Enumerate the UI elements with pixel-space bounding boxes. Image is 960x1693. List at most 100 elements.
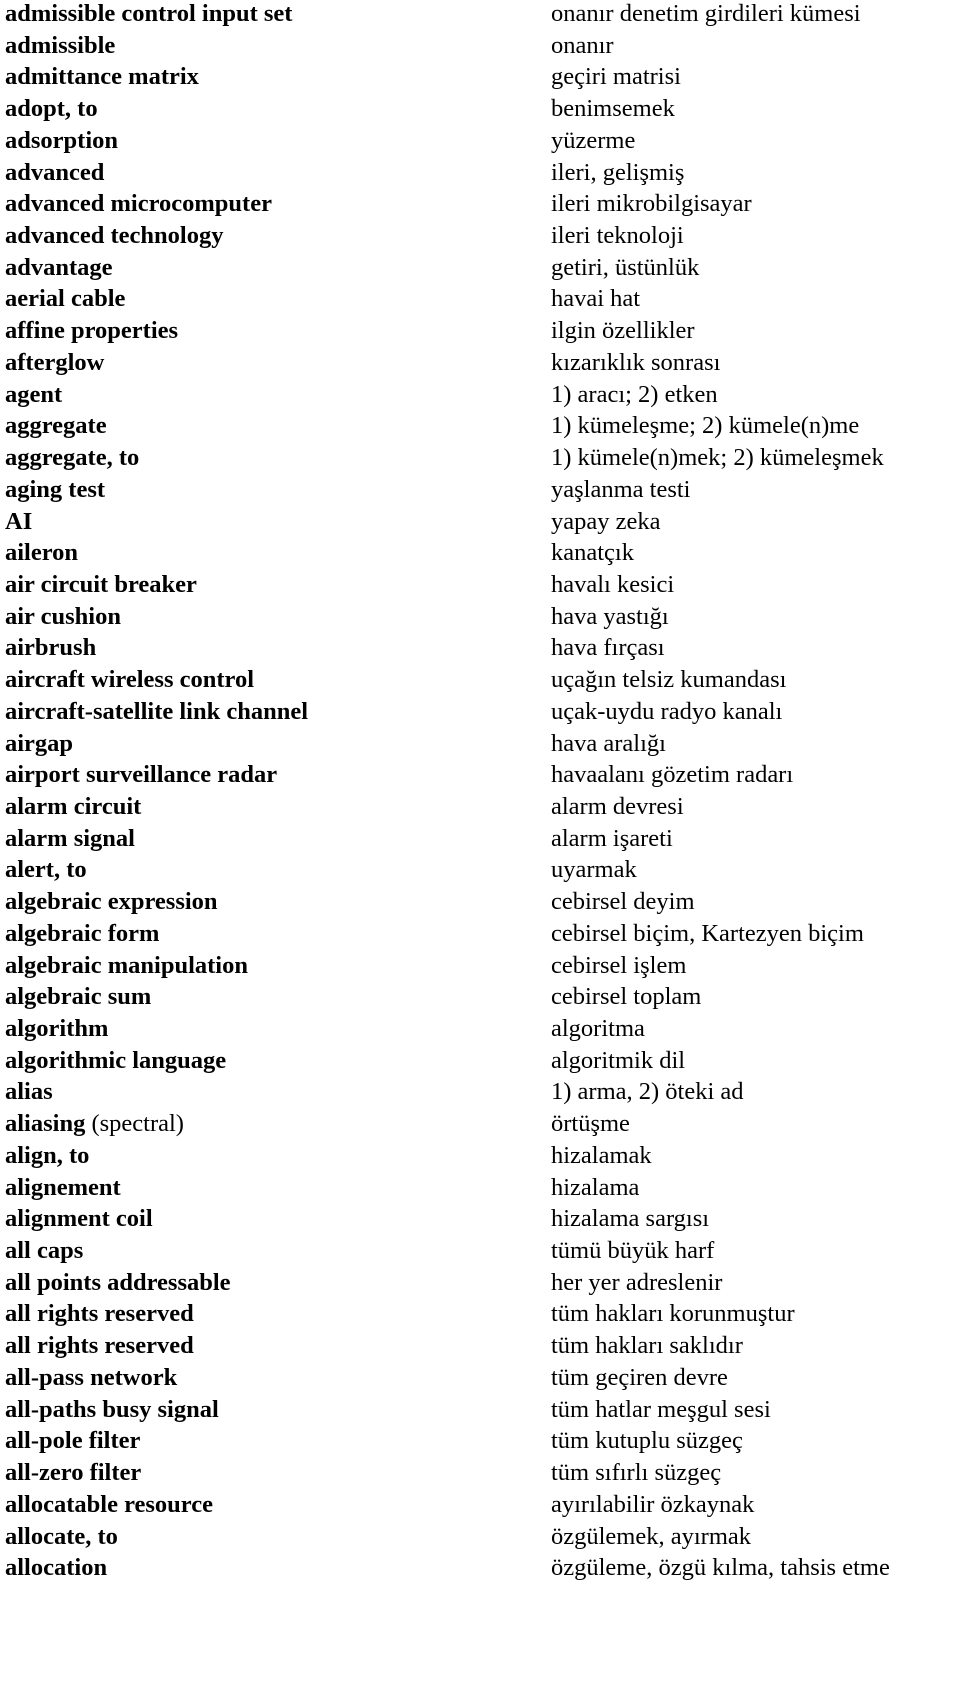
entry-translation: cebirsel işlem	[551, 951, 687, 979]
entry-term: algorithmic language	[5, 1045, 226, 1077]
entry-translation: ileri, gelişmiş	[551, 158, 685, 186]
entry-term: alignment coil	[5, 1203, 153, 1235]
entry-term: algorithm	[5, 1013, 108, 1045]
glossary-entry: allocatable resource ayırılabilir özkayna…	[0, 1491, 960, 1523]
entry-term-text: align, to	[5, 1141, 90, 1169]
glossary-entry: all-paths busy signal tüm hatlar meşgul s…	[0, 1396, 960, 1428]
glossary-entry: align, to hizalamak	[0, 1142, 960, 1174]
entry-term: alias	[5, 1076, 53, 1108]
entry-translation: alarm işareti	[551, 824, 673, 852]
glossary-entry: aggregate, to 1) kümele(n)mek; 2) kümeleş…	[0, 444, 960, 476]
entry-term: alert, to	[5, 854, 87, 886]
entry-term: aircraft-satellite link channel	[5, 696, 308, 728]
entry-term-text: afterglow	[5, 348, 105, 376]
glossary-entry: admissible control input set onanır denet…	[0, 0, 960, 32]
entry-term: advanced technology	[5, 220, 223, 252]
glossary-entry: aggregate 1) kümeleşme; 2) kümele(n)me	[0, 412, 960, 444]
entry-term-text: aircraft wireless control	[5, 666, 255, 694]
entry-translation: her yer adreslenir	[551, 1268, 723, 1296]
entry-translation: tüm kutuplu süzgeç	[551, 1427, 743, 1455]
entry-term: air circuit breaker	[5, 569, 197, 601]
entry-term: algebraic form	[5, 918, 159, 950]
entry-translation: yapay zeka	[551, 507, 661, 535]
entry-translation: tüm geçiren devre	[551, 1363, 728, 1391]
glossary-entry: algebraic manipulation cebirsel işlem	[0, 952, 960, 984]
glossary-entry: admissible onanır	[0, 32, 960, 64]
entry-term-text: all-zero filter	[5, 1459, 142, 1487]
entry-term: alarm signal	[5, 823, 135, 855]
entry-term-text: advantage	[5, 253, 113, 281]
glossary-entry: aileron kanatçık	[0, 539, 960, 571]
glossary-entry: allocate, to özgülemek, ayırmak	[0, 1523, 960, 1555]
entry-translation: ilgin özellikler	[551, 317, 695, 345]
entry-translation: uçak-uydu radyo kanalı	[551, 697, 783, 725]
glossary-entry: alignement hizalama	[0, 1174, 960, 1206]
entry-term-text: aging test	[5, 475, 106, 503]
entry-term-text: algebraic expression	[5, 888, 218, 916]
entry-translation: 1) arma, 2) öteki ad	[551, 1078, 744, 1106]
entry-translation: 1) aracı; 2) etken	[551, 380, 718, 408]
entry-term: aggregate	[5, 410, 107, 442]
glossary-entry: all-pole filter tüm kutuplu süzgeç	[0, 1427, 960, 1459]
entry-term-text: air cushion	[5, 602, 121, 630]
entry-translation: alarm devresi	[551, 792, 684, 820]
entry-term: alarm circuit	[5, 791, 141, 823]
entry-term-text: alarm circuit	[5, 792, 142, 820]
entry-term: aerial cable	[5, 283, 125, 315]
entry-term-text: all-pole filter	[5, 1427, 141, 1455]
glossary-entry: all points addressable her yer adreslenir	[0, 1269, 960, 1301]
entry-term: admissible	[5, 30, 115, 62]
entry-translation: tüm hakları korunmuştur	[551, 1300, 795, 1328]
entry-translation: onanır	[551, 31, 614, 59]
entry-term: align, to	[5, 1140, 89, 1172]
entry-term: allocate, to	[5, 1521, 118, 1553]
glossary-entry: affine properties ilgin özellikler	[0, 317, 960, 349]
glossary-entry: aircraft wireless control uçağın telsiz k…	[0, 666, 960, 698]
entry-term: all-paths busy signal	[5, 1394, 219, 1426]
entry-term-text: algebraic form	[5, 919, 160, 947]
entry-translation: hizalama	[551, 1173, 640, 1201]
entry-term-text: aggregate	[5, 412, 107, 440]
glossary-entry: all caps tümü büyük harf	[0, 1237, 960, 1269]
glossary-entry: aging test yaşlanma testi	[0, 476, 960, 508]
glossary-entry: alias 1) arma, 2) öteki ad	[0, 1078, 960, 1110]
entry-term: admittance matrix	[5, 61, 199, 93]
glossary-entry: adsorption yüzerme	[0, 127, 960, 159]
entry-term-text: algorithm	[5, 1015, 109, 1042]
entry-translation: örtüşme	[551, 1110, 630, 1138]
entry-term-text: allocatable resource	[5, 1490, 213, 1518]
entry-term-text: admissible control input set	[5, 0, 293, 27]
glossary-entry: algebraic form cebirsel biçim, Kartezyen …	[0, 920, 960, 952]
entry-term-text: agent	[5, 380, 63, 408]
entry-term: agent	[5, 379, 62, 411]
entry-term: admissible control input set	[5, 0, 292, 30]
glossary-entry: aerial cable havai hat	[0, 285, 960, 317]
entry-term-text: alias	[5, 1078, 53, 1106]
glossary-entry: algorithmic language algoritmik dil	[0, 1047, 960, 1079]
entry-term: airport surveillance radar	[5, 759, 277, 791]
entry-term-text: advanced microcomputer	[5, 190, 272, 218]
entry-translation: ayırılabilir özkaynak	[551, 1490, 755, 1518]
entry-translation: geçiri matrisi	[551, 63, 681, 91]
entry-translation: algoritma	[551, 1015, 645, 1042]
entry-term: adsorption	[5, 125, 118, 157]
glossary-entry: all-pass network tüm geçiren devre	[0, 1364, 960, 1396]
glossary-entry: adopt, to benimsemek	[0, 95, 960, 127]
entry-translation: cebirsel biçim, Kartezyen biçim	[551, 919, 864, 947]
entry-term: allocatable resource	[5, 1489, 213, 1521]
entry-translation: özgüleme, özgü kılma, tahsis etme	[551, 1554, 890, 1582]
entry-translation: hizalamak	[551, 1141, 652, 1169]
entry-term: advantage	[5, 252, 113, 284]
entry-term-text: aileron	[5, 539, 79, 567]
glossary-entry: algebraic sum cebirsel toplam	[0, 983, 960, 1015]
entry-translation: havaalanı gözetim radarı	[551, 761, 794, 789]
entry-translation: ileri mikrobilgisayar	[551, 190, 752, 218]
entry-term: allocation	[5, 1552, 107, 1584]
entry-translation: yaşlanma testi	[551, 475, 691, 503]
entry-translation: hizalama sargısı	[551, 1205, 710, 1233]
entry-term-text: allocation	[5, 1554, 108, 1582]
entry-term-text: admissible	[5, 31, 116, 59]
entry-term-text: aliasing	[5, 1110, 86, 1138]
glossary-entry: agent 1) aracı; 2) etken	[0, 381, 960, 413]
glossary-entry: air cushion hava yastığı	[0, 603, 960, 635]
